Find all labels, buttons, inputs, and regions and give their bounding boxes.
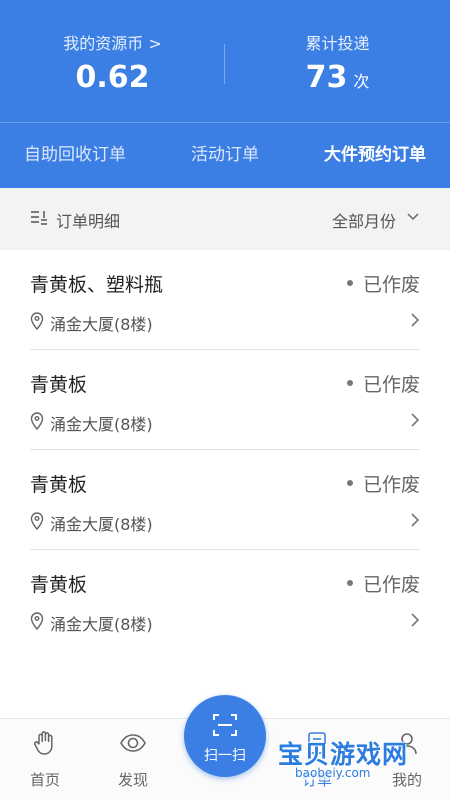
- header: 我的资源币 > 0.62 累计投递 73 次 自助回收订单 活动订单 大件预约订单: [0, 0, 450, 188]
- nav-discover[interactable]: 发现: [88, 719, 178, 800]
- order-item[interactable]: 青黄板 已作废 涌金大厦(8楼): [30, 350, 420, 450]
- status-dot: [346, 379, 353, 386]
- stats-panel: 我的资源币 > 0.62 累计投递 73 次: [0, 0, 450, 122]
- order-address: 涌金大厦(8楼): [50, 415, 153, 434]
- coins-label: 我的资源币 >: [63, 34, 162, 53]
- order-status-text: 已作废: [362, 274, 420, 296]
- deliveries-label: 累计投递: [305, 34, 370, 53]
- order-tabs: 自助回收订单 活动订单 大件预约订单: [0, 123, 450, 188]
- status-dot: [346, 279, 353, 286]
- deliveries-unit: 次: [353, 72, 370, 91]
- nav-home[interactable]: 首页: [0, 719, 90, 800]
- order-item[interactable]: 青黄板 已作废 涌金大厦(8楼): [30, 550, 420, 650]
- order-title: 青黄板: [30, 574, 88, 596]
- coins-value: 0.62: [75, 60, 150, 95]
- watermark-url: baobeiy.com: [292, 766, 374, 780]
- deliveries-value-row: 73 次: [225, 60, 450, 95]
- order-status: 已作废: [346, 370, 420, 397]
- chevron-right-icon[interactable]: [410, 312, 420, 328]
- deliveries-value: 73: [305, 60, 348, 95]
- status-dot: [346, 579, 353, 586]
- order-status: 已作废: [346, 270, 420, 297]
- scan-label: 扫一扫: [204, 748, 246, 764]
- location-pin-icon: [30, 612, 44, 630]
- order-title: 青黄板、塑料瓶: [30, 274, 164, 296]
- list-filter-icon: [31, 211, 47, 225]
- order-status-text: 已作废: [362, 474, 420, 496]
- order-title: 青黄板: [30, 474, 88, 496]
- tab-activity[interactable]: 活动订单: [150, 123, 300, 188]
- month-select[interactable]: 全部月份: [332, 208, 396, 232]
- order-title: 青黄板: [30, 374, 88, 396]
- status-dot: [346, 479, 353, 486]
- order-item[interactable]: 青黄板 已作废 涌金大厦(8楼): [30, 450, 420, 550]
- order-details-title: 订单明细: [56, 212, 121, 231]
- order-address: 涌金大厦(8楼): [50, 315, 153, 334]
- filter-bar: 订单明细 全部月份: [0, 188, 450, 250]
- order-status-text: 已作废: [362, 374, 420, 396]
- scan-icon: [213, 714, 237, 736]
- tab-self-recycle[interactable]: 自助回收订单: [0, 123, 150, 188]
- hand-icon: [34, 731, 53, 755]
- chevron-right-icon[interactable]: [410, 612, 420, 628]
- order-status: 已作废: [346, 570, 420, 597]
- order-address: 涌金大厦(8楼): [50, 515, 153, 534]
- location-pin-icon: [30, 512, 44, 530]
- order-status-text: 已作废: [362, 574, 420, 596]
- chevron-right-icon[interactable]: [410, 512, 420, 528]
- order-address: 涌金大厦(8楼): [50, 615, 153, 634]
- order-item[interactable]: 青黄板、塑料瓶 已作废 涌金大厦(8楼): [30, 250, 420, 350]
- scan-button[interactable]: 扫一扫: [184, 695, 266, 777]
- chevron-down-icon[interactable]: [406, 210, 420, 224]
- nav-home-label: 首页: [29, 771, 60, 789]
- nav-discover-label: 发现: [117, 771, 148, 789]
- location-pin-icon: [30, 312, 44, 330]
- eye-icon: [120, 734, 146, 752]
- deliveries-stat: 累计投递 73 次: [225, 0, 450, 122]
- order-status: 已作废: [346, 470, 420, 497]
- coins-stat[interactable]: 我的资源币 > 0.62: [0, 0, 225, 122]
- watermark: 宝贝游戏网 baobeiy.com: [278, 718, 438, 800]
- chevron-right-icon[interactable]: [410, 412, 420, 428]
- location-pin-icon: [30, 412, 44, 430]
- tab-bulky-booking[interactable]: 大件预约订单: [300, 123, 450, 188]
